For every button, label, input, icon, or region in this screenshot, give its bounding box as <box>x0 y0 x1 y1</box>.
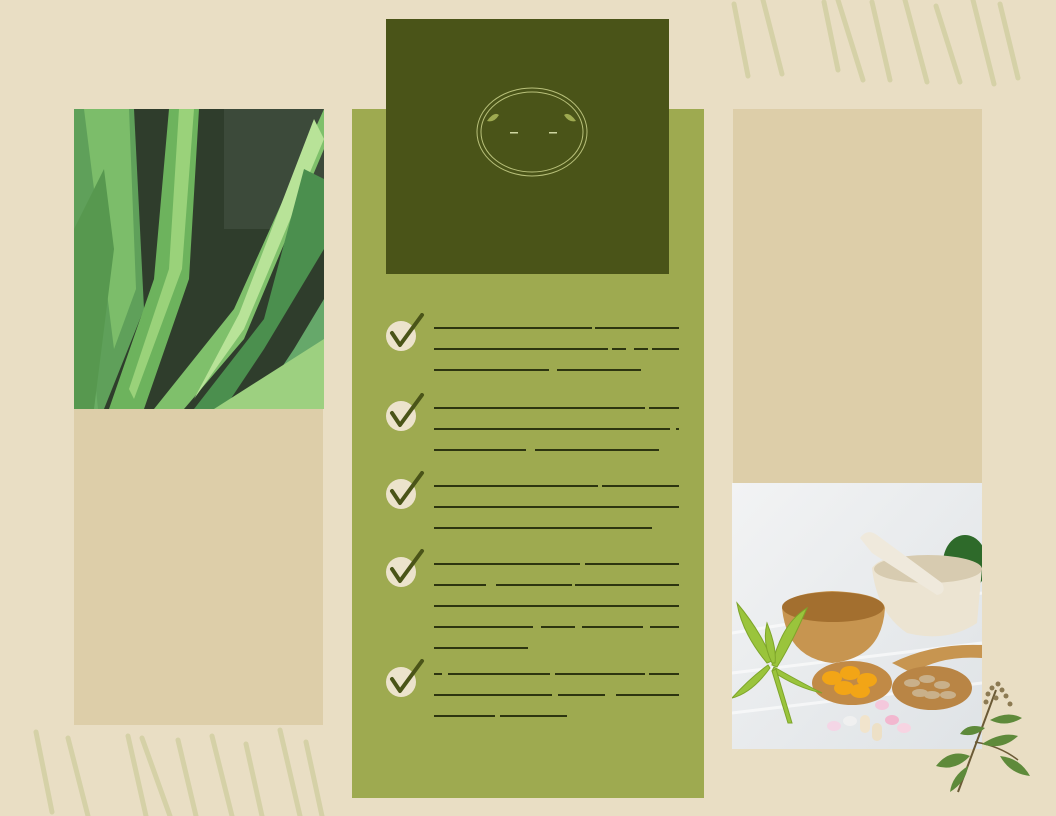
leaf-emblem-icon <box>476 87 588 177</box>
right-tan-panel <box>733 109 982 483</box>
checklist-text <box>434 477 679 540</box>
aloe-vera-photo <box>74 109 324 409</box>
checklist-item <box>386 549 686 653</box>
checklist-item <box>386 659 686 729</box>
checklist-item <box>386 313 686 373</box>
herb-sprig-illustration <box>936 681 1030 793</box>
checklist-text <box>434 665 679 728</box>
checklist-text <box>434 555 679 660</box>
checkmark-icon <box>390 659 424 693</box>
checkmark-icon <box>390 393 424 427</box>
checklist-text <box>434 319 679 382</box>
checkmark-icon <box>390 549 424 583</box>
checklist-item <box>386 471 686 531</box>
checklist-item <box>386 393 686 453</box>
checkmark-icon <box>390 313 424 347</box>
checkmark-icon <box>390 471 424 505</box>
header-box <box>386 19 669 274</box>
checklist-text <box>434 399 679 462</box>
